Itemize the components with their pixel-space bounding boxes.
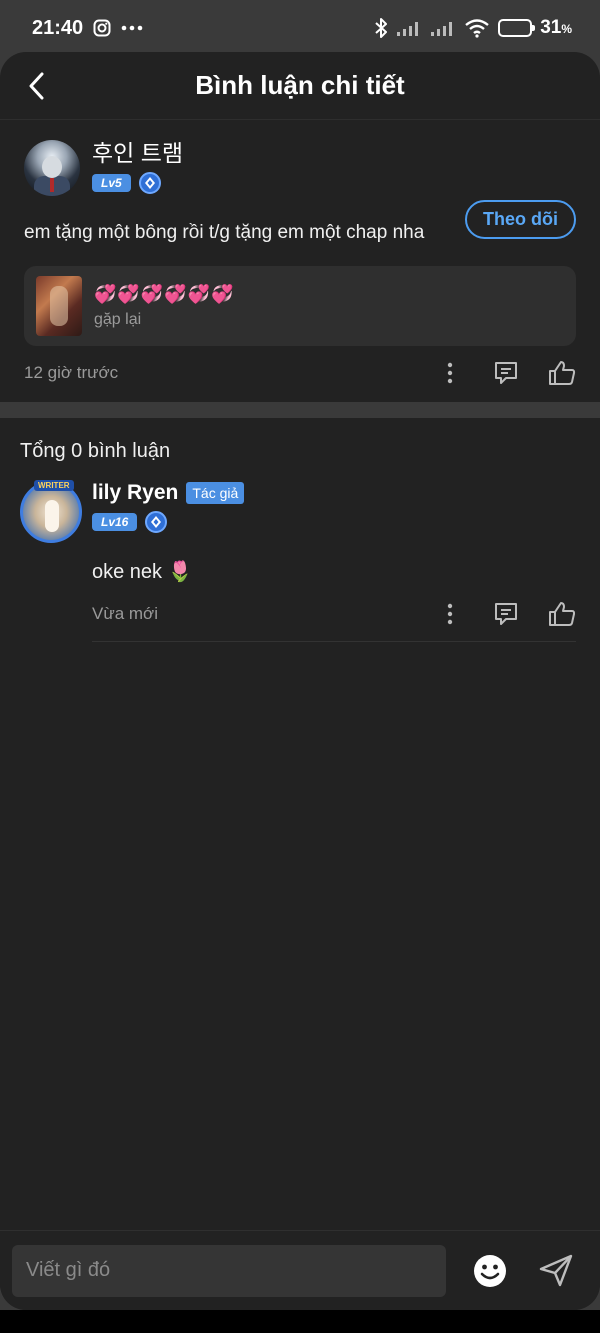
author-tag-badge: Tác giả bbox=[186, 482, 245, 504]
bluetooth-icon bbox=[374, 17, 388, 39]
battery-icon bbox=[498, 19, 536, 37]
rank-gem-icon bbox=[138, 172, 161, 194]
level-badge: Lv5 bbox=[92, 174, 131, 192]
quote-emoji-line: 💞💞💞💞💞💞 bbox=[94, 283, 235, 304]
section-divider bbox=[0, 402, 600, 418]
system-nav-area bbox=[0, 1310, 600, 1333]
vertical-dots-icon bbox=[447, 362, 453, 384]
signal-icon bbox=[430, 19, 456, 37]
header: Bình luận chi tiết bbox=[0, 52, 600, 120]
quote-subtitle: gặp lại bbox=[94, 310, 142, 328]
send-icon bbox=[539, 1254, 573, 1286]
instagram-icon bbox=[93, 19, 111, 37]
writer-frame-label: WRITER bbox=[34, 480, 74, 491]
comment-meta-row: 12 giờ trước bbox=[24, 346, 576, 400]
reply-meta-row: Vừa mới bbox=[92, 590, 576, 642]
more-options-button[interactable] bbox=[436, 359, 464, 387]
reply-item: WRITER lily Ryen Tác giả Lv16 oke nek 🌷 … bbox=[20, 480, 576, 642]
more-dots-icon bbox=[121, 24, 143, 32]
like-button[interactable] bbox=[548, 600, 576, 628]
follow-button[interactable]: Theo dõi bbox=[465, 200, 576, 239]
reply-button[interactable] bbox=[492, 600, 520, 628]
quoted-story-card[interactable]: 💞💞💞💞💞💞 gặp lại bbox=[24, 266, 576, 346]
status-bar: 21:40 31% bbox=[0, 0, 600, 56]
emoji-button[interactable] bbox=[470, 1251, 510, 1291]
reply-text: oke nek 🌷 bbox=[92, 561, 193, 583]
battery-percent: 31% bbox=[540, 17, 572, 38]
comment-icon bbox=[495, 602, 517, 625]
more-options-button[interactable] bbox=[436, 600, 464, 628]
thumbs-up-icon bbox=[549, 601, 576, 626]
reply-button[interactable] bbox=[492, 359, 520, 387]
smiley-icon bbox=[474, 1254, 506, 1287]
comment-input[interactable] bbox=[12, 1244, 446, 1297]
comment-detail-sheet: Bình luận chi tiết 후인 트램 Lv5 Theo dõi em… bbox=[0, 52, 600, 1310]
reply-author-name[interactable]: lily Ryen bbox=[92, 481, 178, 505]
replies-section: Tổng 0 bình luận WRITER lily Ryen Tác gi… bbox=[0, 418, 600, 642]
comment-time: 12 giờ trước bbox=[24, 363, 119, 382]
back-button[interactable] bbox=[18, 66, 54, 106]
story-thumbnail bbox=[36, 276, 82, 336]
vertical-dots-icon bbox=[447, 603, 453, 624]
reply-time: Vừa mới bbox=[92, 603, 158, 623]
main-comment: 후인 트램 Lv5 Theo dõi em tặng một bông rồi … bbox=[0, 120, 600, 400]
level-badge: Lv16 bbox=[92, 513, 138, 531]
send-button[interactable] bbox=[536, 1251, 576, 1291]
total-comments-label: Tổng 0 bình luận bbox=[20, 440, 171, 462]
chevron-left-icon bbox=[29, 72, 44, 100]
author-name[interactable]: 후인 트램 bbox=[92, 140, 183, 166]
wifi-icon bbox=[464, 18, 490, 38]
thumbs-up-icon bbox=[549, 361, 576, 385]
status-time: 21:40 bbox=[32, 16, 84, 39]
comment-icon bbox=[495, 362, 517, 384]
rank-gem-icon bbox=[145, 511, 168, 533]
signal-icon bbox=[396, 19, 422, 37]
page-title: Bình luận chi tiết bbox=[195, 70, 405, 100]
avatar[interactable]: WRITER bbox=[20, 480, 82, 543]
avatar[interactable] bbox=[24, 140, 80, 196]
comment-composer bbox=[0, 1230, 600, 1310]
like-button[interactable] bbox=[548, 359, 576, 387]
